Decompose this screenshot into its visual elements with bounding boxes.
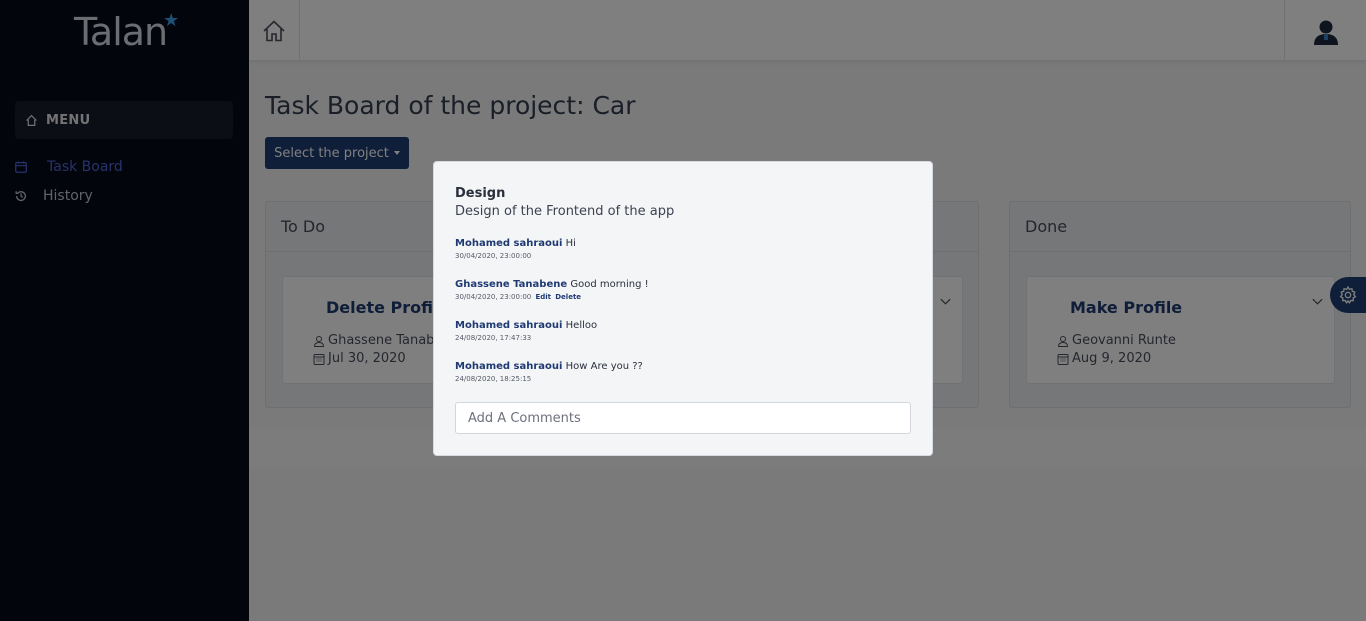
add-comment-input[interactable] [455, 402, 911, 434]
comment-time: 24/08/2020, 17:47:33 [455, 334, 532, 342]
comment-author: Mohamed sahraoui [455, 361, 563, 372]
comment-time: 30/04/2020, 23:00:00 [455, 293, 532, 301]
comment-text: Good morning ! [570, 279, 649, 290]
comment-author: Ghassene Tanabene [455, 279, 568, 290]
task-detail-modal: Design Design of the Frontend of the app… [433, 161, 933, 456]
comment-time: 24/08/2020, 18:25:15 [455, 375, 532, 383]
comment-item: Mohamed sahraoui Hi 30/04/2020, 23:00:00 [455, 238, 576, 260]
comment-text: Hi [565, 238, 576, 249]
comment-author: Mohamed sahraoui [455, 320, 563, 331]
comment-time: 30/04/2020, 23:00:00 [455, 252, 532, 260]
comment-text: Helloo [565, 320, 598, 331]
comment-item: Mohamed sahraoui How Are you ?? 24/08/20… [455, 361, 643, 383]
comment-item: Ghassene Tanabene Good morning ! 30/04/2… [455, 279, 649, 301]
modal-title: Design [455, 186, 506, 201]
comment-author: Mohamed sahraoui [455, 238, 563, 249]
edit-comment-link[interactable]: Edit [535, 293, 551, 301]
comment-item: Mohamed sahraoui Helloo 24/08/2020, 17:4… [455, 320, 597, 342]
comment-text: How Are you ?? [565, 361, 643, 372]
delete-comment-link[interactable]: Delete [555, 293, 581, 301]
modal-description: Design of the Frontend of the app [455, 204, 675, 219]
